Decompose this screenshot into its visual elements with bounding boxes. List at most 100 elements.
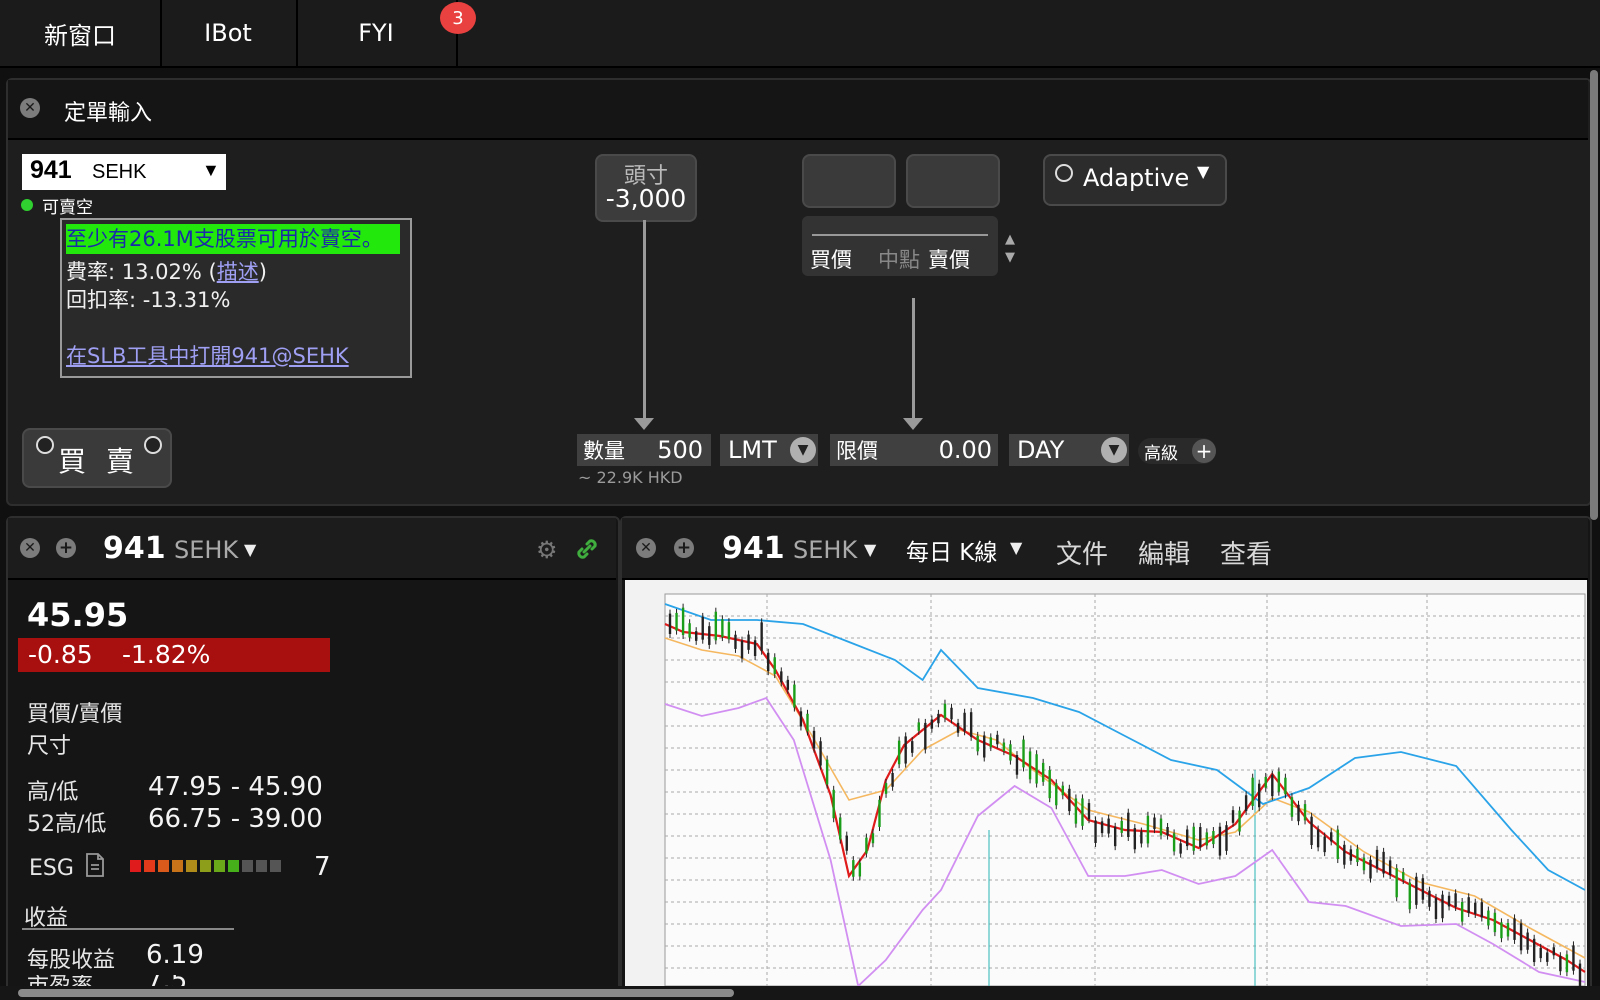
bid-price-box[interactable] xyxy=(802,154,896,208)
vertical-scrollbar[interactable] xyxy=(1590,70,1598,520)
esg-segment xyxy=(158,860,169,872)
candle-body xyxy=(1140,831,1143,844)
add-icon[interactable]: + xyxy=(56,538,76,558)
quantity-field[interactable]: 數量 500 xyxy=(577,434,711,466)
advanced-button[interactable]: 高級 + xyxy=(1138,438,1216,464)
candle-body xyxy=(1212,831,1215,845)
buy-label[interactable]: 買 xyxy=(58,440,86,480)
candle-body xyxy=(1107,818,1110,834)
quote-titlebar xyxy=(8,518,616,580)
candle-body xyxy=(806,713,809,732)
last-price: 45.95 xyxy=(27,596,129,634)
candle-body xyxy=(930,719,934,729)
price-arrow-line xyxy=(912,298,915,420)
link-icon[interactable] xyxy=(574,536,600,566)
close-icon[interactable]: ✕ xyxy=(636,538,656,558)
scrollbar-thumb[interactable] xyxy=(18,989,734,997)
high-low-value: 47.95 - 45.90 xyxy=(148,772,323,802)
chevron-down-icon[interactable]: ▼ xyxy=(864,540,876,559)
esg-segment xyxy=(172,860,183,872)
candle-body xyxy=(740,640,744,659)
limit-price-label: 限價 xyxy=(836,439,878,463)
candle-body xyxy=(825,759,829,785)
candle-body xyxy=(1546,952,1549,962)
chevron-up-icon[interactable]: ▲ xyxy=(1005,232,1015,247)
candle-body xyxy=(1454,893,1457,907)
candle-body xyxy=(1467,897,1470,913)
esg-rating-bar xyxy=(130,860,281,872)
high-low-label: 高/低 xyxy=(27,780,79,805)
candle-body xyxy=(1048,770,1051,799)
interval-selector[interactable]: 每日 K線 xyxy=(906,533,997,567)
order-entry-title: 定單輸入 xyxy=(64,101,153,126)
time-in-force-select[interactable]: DAY ▼ xyxy=(1009,434,1129,466)
candle-body xyxy=(1375,849,1379,869)
gear-icon[interactable]: ⚙ xyxy=(536,536,558,564)
chevron-down-icon[interactable]: ▼ xyxy=(244,540,256,559)
tab-label: IBot xyxy=(204,19,252,47)
sell-label[interactable]: 賣 xyxy=(106,440,134,480)
candle-body xyxy=(917,722,920,731)
price-slider[interactable]: 買價 中點 賣價 xyxy=(802,216,998,276)
menu-edit[interactable]: 編輯 xyxy=(1138,534,1190,571)
menu-file[interactable]: 文件 xyxy=(1056,534,1108,571)
pe-row-clip: 市盈率 7.5 xyxy=(0,975,616,986)
mid-label[interactable]: 中點 xyxy=(878,244,920,274)
candle-body xyxy=(1284,777,1287,795)
chevron-down-icon: ▼ xyxy=(790,437,816,463)
candle-body xyxy=(1559,956,1562,972)
candle-body xyxy=(1244,795,1248,812)
candlestick-chart[interactable] xyxy=(625,580,1587,993)
change-value: -0.85 xyxy=(28,640,93,669)
candle-body xyxy=(1532,938,1536,963)
order-type-value: LMT xyxy=(728,436,777,464)
candle-body xyxy=(812,730,816,749)
chart-canvas[interactable] xyxy=(625,580,1587,993)
tab-new-window[interactable]: 新窗口 xyxy=(0,0,162,66)
candle-body xyxy=(1519,923,1523,951)
fee-rate-suffix: ) xyxy=(258,260,267,284)
candle-body xyxy=(1258,783,1261,808)
quantity-value: 500 xyxy=(657,436,703,464)
shortable-label: 可賣空 xyxy=(42,198,93,218)
candle-body xyxy=(1225,825,1228,851)
document-icon[interactable] xyxy=(84,852,106,882)
bid-label[interactable]: 買價 xyxy=(810,244,852,274)
add-icon[interactable]: + xyxy=(674,538,694,558)
ask-label[interactable]: 賣價 xyxy=(928,244,970,274)
menu-view[interactable]: 查看 xyxy=(1220,534,1272,571)
52w-high-low-value: 66.75 - 39.00 xyxy=(148,804,323,834)
candle-body xyxy=(727,622,731,640)
candle-body xyxy=(983,735,986,758)
quote-exchange[interactable]: SEHK xyxy=(174,536,238,564)
description-link[interactable]: 描述 xyxy=(217,260,259,284)
size-label: 尺寸 xyxy=(27,734,72,759)
algo-selector[interactable]: Adaptive ▼ xyxy=(1043,154,1227,206)
close-icon[interactable]: ✕ xyxy=(20,98,40,118)
candle-body xyxy=(1369,859,1372,879)
candle-body xyxy=(865,837,868,854)
limit-price-field[interactable]: 限價 0.00 xyxy=(830,434,998,466)
candle-body xyxy=(884,783,888,794)
buy-sell-toggle[interactable]: 買 賣 xyxy=(22,428,172,488)
chevron-down-icon[interactable]: ▼ xyxy=(1010,538,1022,557)
symbol-selector[interactable]: 941 SEHK ▼ xyxy=(22,154,226,190)
candle-body xyxy=(943,703,947,719)
candle-body xyxy=(1474,902,1477,914)
chart-exchange[interactable]: SEHK xyxy=(793,536,857,564)
chevron-down-icon[interactable]: ▼ xyxy=(1005,250,1015,265)
tab-fyi[interactable]: FYI xyxy=(296,0,458,66)
slb-tool-link[interactable]: 在SLB工具中打開941@SEHK xyxy=(66,340,349,370)
candle-body xyxy=(780,671,783,683)
candle-body xyxy=(1506,922,1510,937)
candle-body xyxy=(1441,894,1444,919)
close-icon[interactable]: ✕ xyxy=(20,538,40,558)
tab-ibot[interactable]: IBot xyxy=(160,0,298,66)
radio-icon xyxy=(36,436,54,454)
candle-body xyxy=(871,833,875,844)
candle-body xyxy=(1205,832,1209,846)
ask-price-box[interactable] xyxy=(906,154,1000,208)
order-type-select[interactable]: LMT ▼ xyxy=(720,434,818,466)
candle-body xyxy=(1513,918,1516,940)
candle-body xyxy=(1408,882,1411,910)
